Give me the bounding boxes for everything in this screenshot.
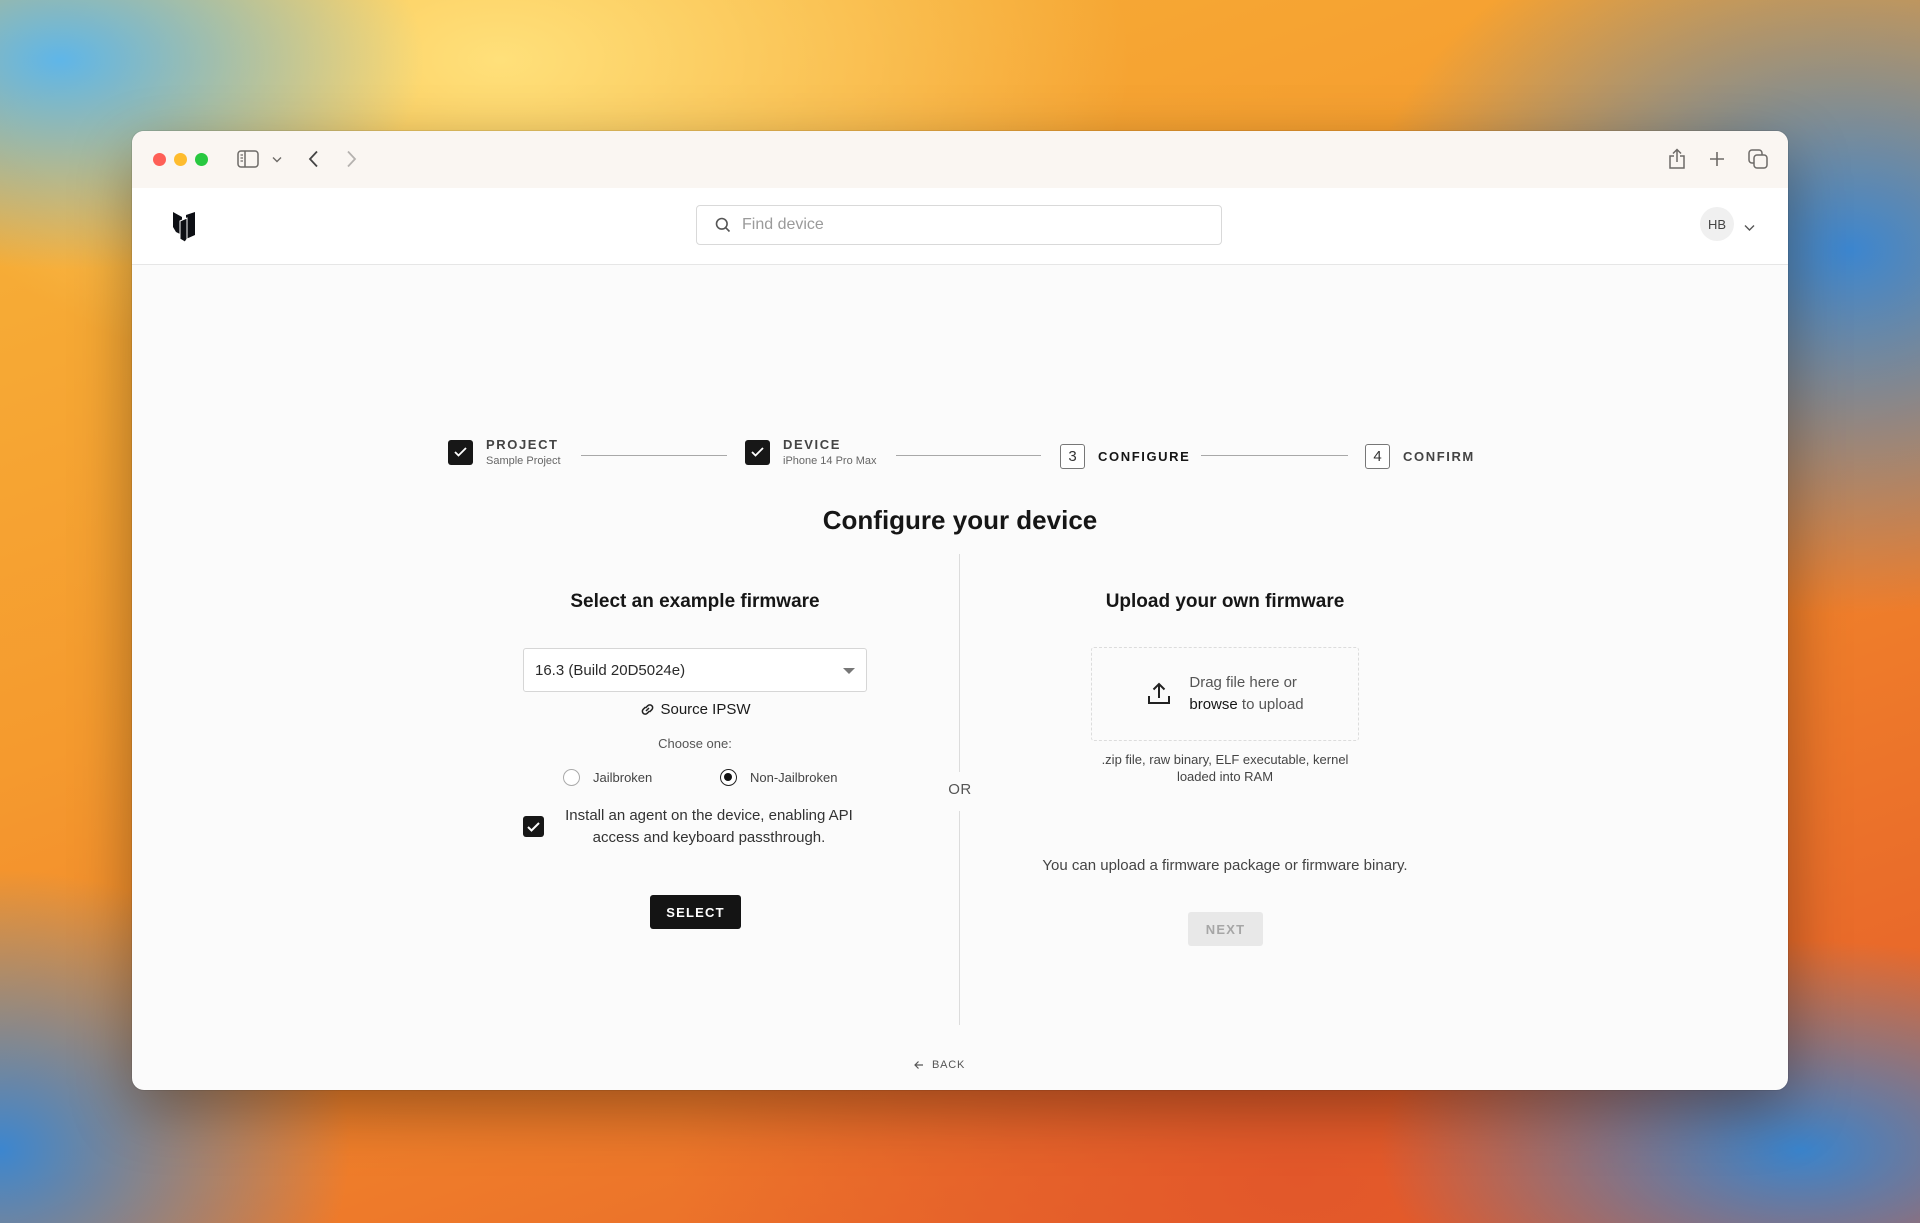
choose-one-label: Choose one: (658, 736, 732, 751)
minimize-window-button[interactable] (174, 153, 187, 166)
chevron-down-icon[interactable] (1744, 219, 1755, 231)
radio-jailbroken[interactable]: Jailbroken (563, 769, 652, 786)
browser-window: HB PROJECT Sample Project (132, 131, 1788, 1090)
upload-firmware-heading: Upload your own firmware (1105, 591, 1345, 612)
step-label: DEVICE (783, 437, 842, 452)
source-ipsw-label: Source IPSW (660, 701, 751, 718)
or-label: OR (948, 781, 972, 798)
step-project[interactable]: PROJECT Sample Project (448, 437, 561, 467)
search-icon (715, 217, 731, 233)
tabs-overview-icon[interactable] (1747, 145, 1769, 173)
page-title: Configure your device (822, 505, 1098, 535)
upload-note: You can upload a firmware package or fir… (1042, 857, 1408, 874)
app-header: HB (132, 188, 1788, 265)
step-label: CONFIRM (1403, 449, 1475, 464)
new-tab-icon[interactable] (1707, 145, 1727, 173)
checkmark-icon (527, 821, 540, 832)
step-label: PROJECT (486, 437, 559, 452)
step-sublabel: Sample Project (486, 455, 561, 467)
next-button[interactable]: NEXT (1188, 912, 1263, 946)
step-number: 3 (1060, 444, 1085, 469)
sidebar-icon[interactable] (236, 145, 260, 173)
drop-instructions-suffix: to upload (1237, 696, 1304, 713)
find-device-search[interactable] (696, 205, 1222, 245)
step-connector (581, 455, 727, 456)
zoom-window-button[interactable] (195, 153, 208, 166)
link-icon (642, 704, 654, 715)
accepted-formats: .zip file, raw binary, ELF executable, k… (1101, 752, 1349, 784)
radio-label: Non-Jailbroken (750, 770, 838, 785)
browser-toolbar (132, 131, 1788, 189)
column-divider (959, 554, 960, 772)
chevron-down-icon[interactable] (271, 145, 283, 173)
example-firmware-heading: Select an example firmware (570, 591, 820, 612)
radio-button[interactable] (720, 769, 737, 786)
user-avatar[interactable]: HB (1700, 207, 1734, 241)
file-drop-zone[interactable]: Drag file here or browse to upload (1091, 647, 1359, 741)
checkmark-icon (745, 439, 770, 465)
install-agent-option[interactable]: Install an agent on the device, enabling… (523, 805, 867, 849)
step-confirm[interactable]: 4 CONFIRM (1365, 444, 1475, 469)
radio-label: Jailbroken (593, 770, 653, 785)
checkmark-icon (448, 439, 473, 465)
source-ipsw-link[interactable]: Source IPSW (523, 701, 867, 718)
radio-button[interactable] (563, 769, 580, 786)
configure-page: PROJECT Sample Project DEVICE iPhone 14 … (132, 265, 1788, 1090)
drop-instructions: Drag file here or (1189, 674, 1297, 691)
close-window-button[interactable] (153, 153, 166, 166)
back-arrow-icon[interactable] (306, 145, 320, 173)
forward-arrow-icon[interactable] (344, 145, 358, 173)
step-connector (1201, 455, 1348, 456)
browse-link[interactable]: browse (1189, 696, 1237, 713)
dropdown-caret-icon (843, 668, 855, 674)
step-configure[interactable]: 3 CONFIGURE (1060, 444, 1190, 469)
step-connector (896, 455, 1041, 456)
search-input[interactable] (740, 215, 1221, 235)
app-logo[interactable] (172, 209, 196, 243)
install-agent-label: Install an agent on the device, enabling… (565, 807, 853, 846)
step-device[interactable]: DEVICE iPhone 14 Pro Max (745, 437, 877, 467)
arrow-left-icon (914, 1061, 923, 1069)
select-button[interactable]: SELECT (650, 895, 741, 929)
install-agent-checkbox[interactable] (523, 816, 544, 837)
firmware-select-value: 16.3 (Build 20D5024e) (535, 661, 686, 679)
firmware-select[interactable]: 16.3 (Build 20D5024e) (523, 648, 867, 692)
back-button[interactable]: BACK (914, 1059, 965, 1071)
upload-icon (1146, 681, 1172, 707)
radio-non-jailbroken[interactable]: Non-Jailbroken (720, 769, 837, 786)
step-number: 4 (1365, 444, 1390, 469)
share-icon[interactable] (1667, 145, 1687, 173)
column-divider (959, 811, 960, 1025)
back-label: BACK (932, 1059, 966, 1071)
step-sublabel: iPhone 14 Pro Max (783, 455, 877, 467)
step-label: CONFIGURE (1098, 449, 1191, 464)
